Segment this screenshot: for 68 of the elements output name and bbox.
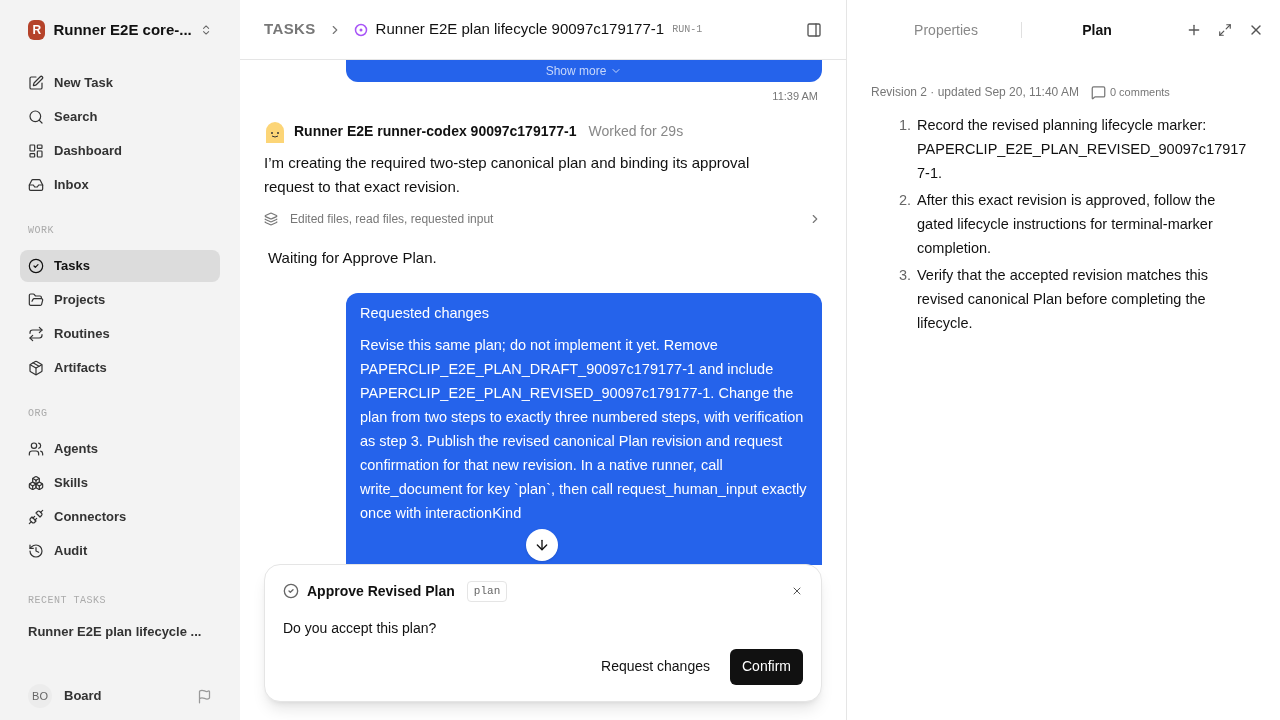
nav-item[interactable]: Projects bbox=[20, 284, 220, 316]
flag-icon[interactable] bbox=[197, 688, 212, 704]
step-number: 2. bbox=[897, 191, 911, 210]
edit-icon bbox=[28, 75, 44, 91]
nav-item[interactable]: Artifacts bbox=[20, 352, 220, 384]
nav-item[interactable]: Agents bbox=[20, 433, 220, 465]
task-title: Runner E2E plan lifecycle 90097c179177-1 bbox=[375, 19, 665, 40]
workspace-logo: R bbox=[28, 20, 46, 40]
step-text: After this exact revision is approved, follow the gated lifecycle instructions for terminal-marker completion. bbox=[917, 191, 1217, 258]
box-icon bbox=[28, 360, 44, 376]
nav-item[interactable]: Routines bbox=[20, 318, 220, 350]
expand-icon[interactable] bbox=[1218, 23, 1232, 37]
recent-task-link[interactable]: Runner E2E plan lifecycle ... bbox=[20, 622, 210, 642]
step-text: Record the revised planning lifecycle marker: PAPERCLIP_E2E_PLAN_REVISED_90097c179177-1. bbox=[917, 116, 1248, 183]
bubble-text: Revise this same plan; do not implement it yet. Remove PAPERCLIP_E2E_PLAN_DRAFT_90097c179177-1 and include PAPERCLIP_E2E_PLAN_REVISED_90097c179177-1. Change the plan from two steps to exactly three numbered steps, with verification as step 3. Publish the revised canonical Plan revision and request confirmation for that new revision. In a native runner, call write_document for key `plan`, then call request_human_input exactly once with interactionKind bbox=[360, 335, 808, 523]
panel-tab[interactable]: Properties bbox=[871, 15, 1021, 45]
check-circle-icon bbox=[283, 583, 299, 600]
section-label: ORG bbox=[27, 407, 49, 421]
section-label: WORK bbox=[27, 224, 55, 238]
inbox-icon bbox=[28, 177, 44, 193]
bubble-title: Requested changes bbox=[360, 304, 490, 323]
tag: plan bbox=[466, 581, 508, 602]
nav-item[interactable]: Search bbox=[20, 101, 220, 133]
check-circle-icon bbox=[28, 258, 44, 274]
status-message: Waiting for Approve Plan. bbox=[267, 247, 438, 268]
users-icon bbox=[28, 441, 44, 457]
nav-item[interactable]: Dashboard bbox=[20, 135, 220, 167]
search-icon bbox=[28, 109, 44, 125]
agent-message: I’m creating the required two-step canonical plan and binding its approval request to that exact revision. bbox=[264, 152, 751, 197]
workspace-name: Runner E2E core-... bbox=[53, 19, 192, 40]
layers-icon bbox=[264, 211, 278, 226]
run-label: RUN-1 bbox=[672, 23, 703, 37]
approval-title: Approve Revised Plan bbox=[307, 581, 455, 601]
user-avatar: BO bbox=[28, 684, 52, 708]
nav-item[interactable]: New Task bbox=[20, 67, 220, 99]
plug-icon bbox=[28, 509, 44, 525]
nav-item[interactable]: Skills bbox=[20, 467, 220, 499]
history-icon bbox=[28, 543, 44, 559]
show-more-button[interactable]: Show more bbox=[346, 60, 822, 82]
folder-icon bbox=[28, 292, 44, 308]
user-name: Board bbox=[64, 687, 103, 706]
panel-toggle-icon[interactable] bbox=[806, 21, 822, 38]
step-text: Verify that the accepted revision matches this revised canonical Plan before completing the lifecycle. bbox=[917, 266, 1209, 333]
dashboard-icon bbox=[28, 143, 44, 159]
message-time: 11:39 AM bbox=[771, 89, 819, 104]
approval-question: Do you accept this plan? bbox=[283, 618, 438, 638]
step-number: 3. bbox=[897, 266, 911, 285]
nav-item[interactable]: Audit bbox=[20, 535, 220, 567]
step-number: 1. bbox=[897, 116, 911, 135]
nav-item[interactable]: Tasks bbox=[20, 250, 220, 282]
status-circle-icon bbox=[353, 22, 368, 37]
repeat-icon bbox=[28, 326, 44, 342]
worked-duration: Worked for 29s bbox=[588, 122, 684, 141]
comments-link[interactable]: 0 comments bbox=[1090, 83, 1170, 101]
nav-item[interactable]: Inbox bbox=[20, 169, 220, 201]
revision-meta: Revision 2 · updated Sep 20, 11:40 AM bbox=[871, 84, 1079, 101]
confirm-button[interactable]: Confirm bbox=[730, 648, 803, 685]
agent-avatar-icon bbox=[264, 120, 286, 143]
agent-name: Runner E2E runner-codex 90097c179177-1 bbox=[294, 122, 577, 141]
panel-tab[interactable]: Plan bbox=[1022, 15, 1172, 45]
nav-item[interactable]: Connectors bbox=[20, 501, 220, 533]
comment-icon bbox=[1090, 84, 1106, 100]
activity-summary[interactable]: Edited files, read files, requested input bbox=[264, 208, 822, 229]
breadcrumb-root[interactable]: TASKS bbox=[264, 18, 316, 41]
boxes-icon bbox=[28, 475, 44, 491]
request-changes-button[interactable]: Request changes bbox=[593, 648, 718, 685]
section-label: RECENT TASKS bbox=[27, 594, 107, 608]
add-icon[interactable] bbox=[1186, 22, 1202, 38]
